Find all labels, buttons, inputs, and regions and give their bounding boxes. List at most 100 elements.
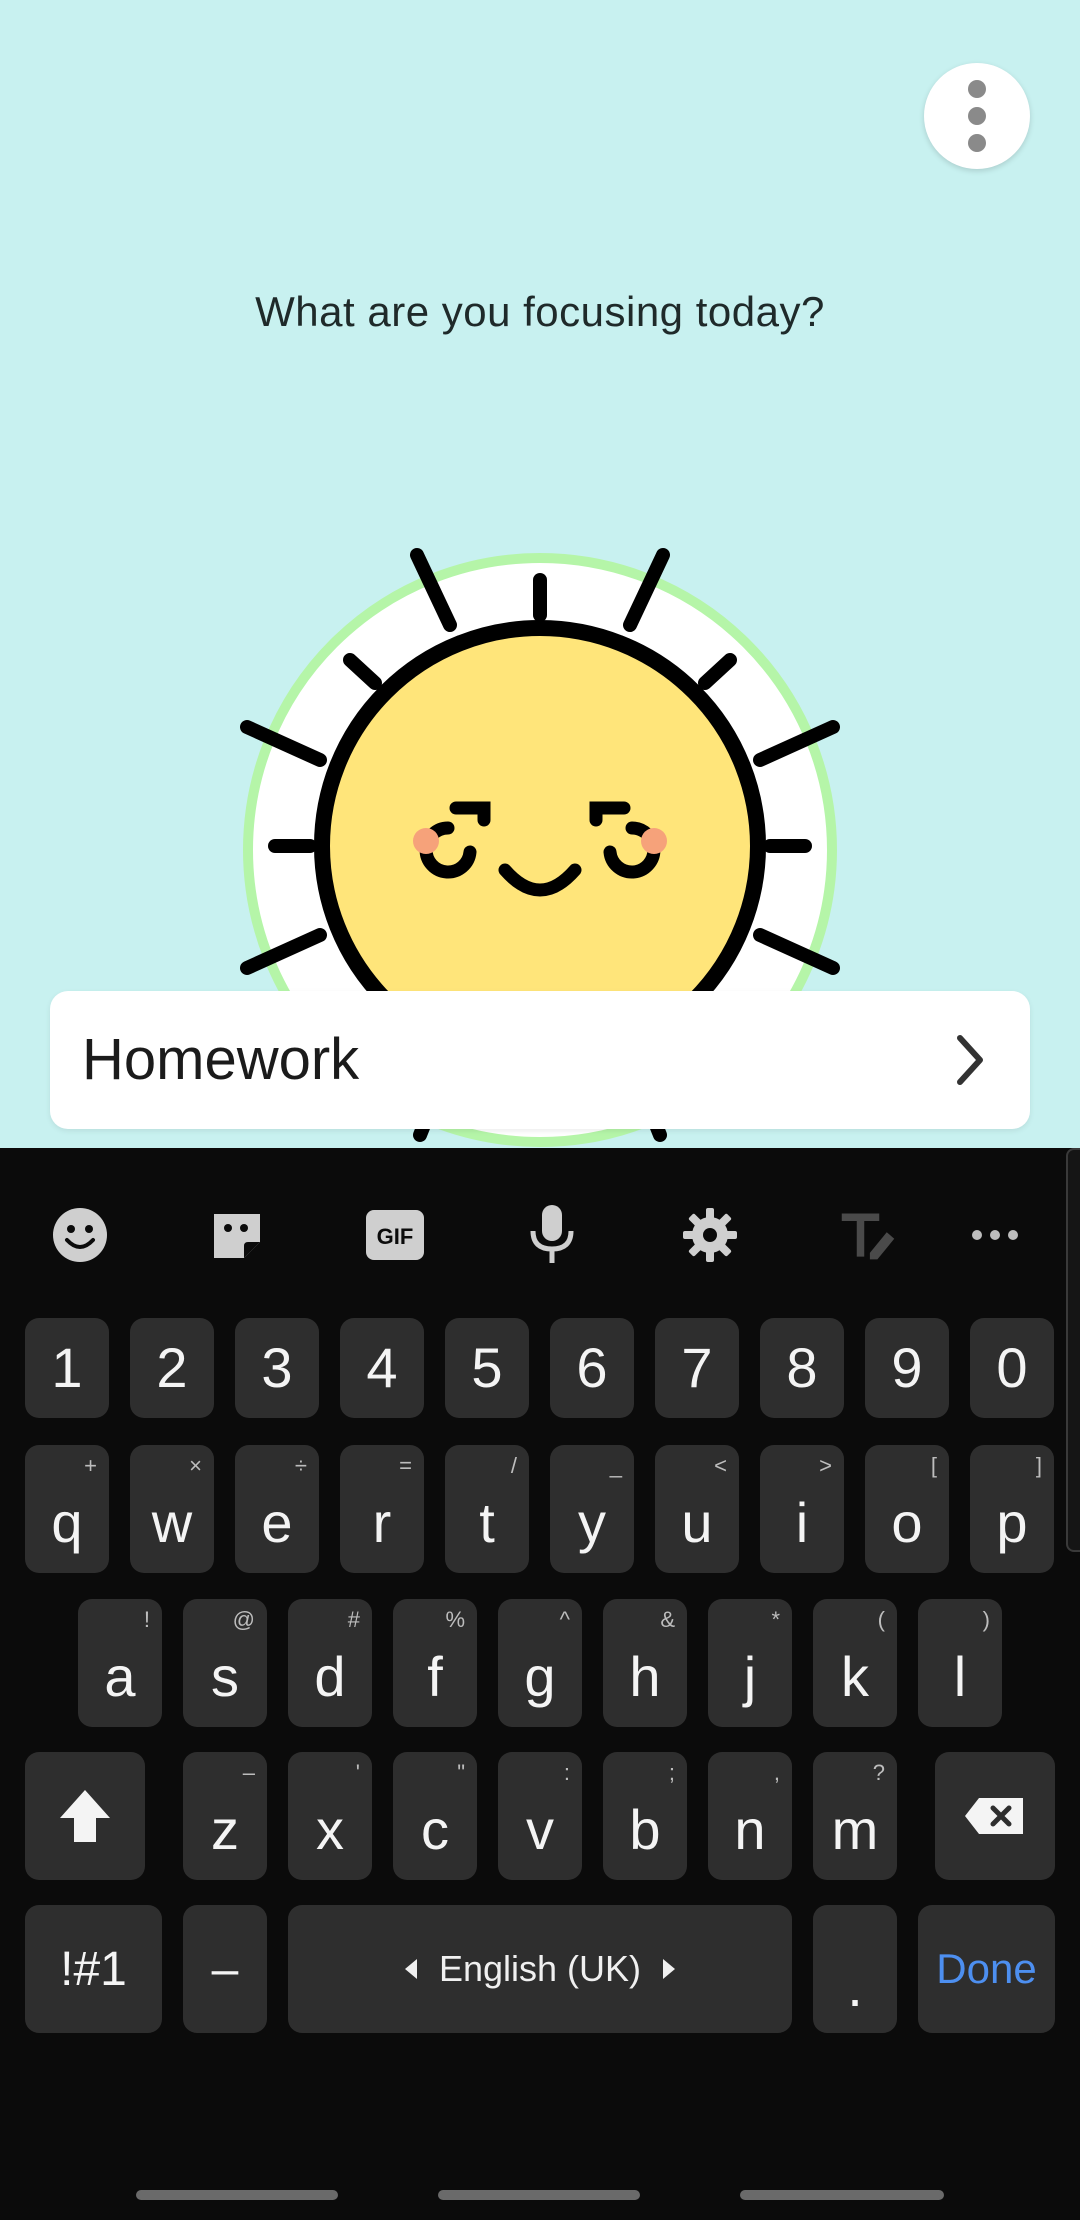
key-label: l bbox=[953, 1645, 967, 1708]
key-v[interactable]: v: bbox=[498, 1752, 582, 1880]
more-options-button[interactable] bbox=[924, 63, 1030, 169]
task-input[interactable]: Homework bbox=[82, 991, 359, 1129]
text-edit-icon[interactable] bbox=[838, 1205, 898, 1265]
settings-gear-icon[interactable] bbox=[680, 1205, 740, 1265]
key-9[interactable]: 9 bbox=[865, 1318, 949, 1418]
key-label: y bbox=[578, 1491, 606, 1554]
key-d[interactable]: d # bbox=[288, 1599, 372, 1727]
key-label: m bbox=[831, 1798, 879, 1861]
key-m[interactable]: m? bbox=[813, 1752, 897, 1880]
key-alt-label: / bbox=[510, 1453, 517, 1478]
key-alt-label: @ bbox=[232, 1607, 255, 1632]
key-p[interactable]: p] bbox=[970, 1445, 1054, 1573]
key-z[interactable]: z – bbox=[183, 1752, 267, 1880]
key-alt-label: × bbox=[189, 1453, 202, 1478]
key-4[interactable]: 4 bbox=[340, 1318, 424, 1418]
done-key[interactable]: Done bbox=[918, 1905, 1055, 2033]
key-label: t bbox=[479, 1491, 495, 1554]
key-o[interactable]: o[ bbox=[865, 1445, 949, 1573]
space-label: English (UK) bbox=[438, 1948, 642, 1989]
key-7[interactable]: 7 bbox=[655, 1318, 739, 1418]
gif-icon[interactable]: GIF bbox=[365, 1205, 425, 1265]
key-label: q bbox=[51, 1491, 83, 1554]
symbols-label: !#1 bbox=[60, 1942, 127, 1996]
key-label: z bbox=[211, 1798, 239, 1861]
key-alt-label: ! bbox=[143, 1607, 150, 1632]
dash-label: – bbox=[211, 1942, 239, 1996]
key-c[interactable]: c " bbox=[393, 1752, 477, 1880]
key-l[interactable]: l) bbox=[918, 1599, 1002, 1727]
key-j[interactable]: j * bbox=[708, 1599, 792, 1727]
key-alt-label: " bbox=[457, 1760, 465, 1785]
key-label: x bbox=[316, 1798, 344, 1861]
key-alt-label: ( bbox=[877, 1607, 885, 1632]
key-label: 0 bbox=[996, 1336, 1028, 1399]
key-1[interactable]: 1 bbox=[25, 1318, 109, 1418]
key-label: g bbox=[524, 1645, 556, 1708]
key-label: 3 bbox=[261, 1336, 293, 1399]
period-label: . bbox=[847, 1955, 863, 2018]
key-q[interactable]: q + bbox=[25, 1445, 109, 1573]
key-alt-label: ' bbox=[355, 1760, 360, 1785]
key-a[interactable]: a! bbox=[78, 1599, 162, 1727]
space-key[interactable]: English (UK) bbox=[288, 1905, 792, 2033]
key-label: c bbox=[421, 1798, 449, 1861]
key-0[interactable]: 0 bbox=[970, 1318, 1054, 1418]
backspace-key[interactable] bbox=[935, 1752, 1055, 1880]
key-n[interactable]: n, bbox=[708, 1752, 792, 1880]
more-vert-dot bbox=[968, 134, 986, 152]
key-alt-label: ^ bbox=[559, 1607, 570, 1632]
key-b[interactable]: b; bbox=[603, 1752, 687, 1880]
key-t[interactable]: t / bbox=[445, 1445, 529, 1573]
shift-key[interactable] bbox=[25, 1752, 145, 1880]
language-prev-icon bbox=[404, 1959, 417, 1979]
key-label: v bbox=[526, 1798, 554, 1861]
key-w[interactable]: w × bbox=[130, 1445, 214, 1573]
key-label: 8 bbox=[786, 1336, 818, 1399]
key-label: j bbox=[743, 1645, 757, 1708]
more-horiz-icon[interactable] bbox=[965, 1205, 1025, 1265]
key-h[interactable]: h & bbox=[603, 1599, 687, 1727]
key-i[interactable]: i > bbox=[760, 1445, 844, 1573]
key-label: o bbox=[891, 1491, 923, 1554]
symbols-key[interactable]: !#1 bbox=[25, 1905, 162, 2033]
key-alt-label: & bbox=[660, 1607, 675, 1632]
svg-text:GIF: GIF bbox=[377, 1224, 414, 1249]
nav-back-pill[interactable] bbox=[740, 2190, 944, 2200]
sticker-icon[interactable] bbox=[207, 1205, 267, 1265]
key-alt-label: % bbox=[445, 1607, 465, 1632]
app-screen: What are you focusing today? Homework bbox=[0, 0, 1080, 1148]
key-alt-label: + bbox=[84, 1453, 97, 1478]
backspace-icon bbox=[965, 1798, 1023, 1834]
key-g[interactable]: g ^ bbox=[498, 1599, 582, 1727]
key-label: 5 bbox=[471, 1336, 503, 1399]
key-5[interactable]: 5 bbox=[445, 1318, 529, 1418]
key-y[interactable]: y _ bbox=[550, 1445, 634, 1573]
key-label: 6 bbox=[576, 1336, 608, 1399]
key-x[interactable]: x ' bbox=[288, 1752, 372, 1880]
chevron-right-icon[interactable] bbox=[950, 1030, 990, 1090]
key-6[interactable]: 6 bbox=[550, 1318, 634, 1418]
key-label: s bbox=[211, 1645, 239, 1708]
dash-key[interactable]: – bbox=[183, 1905, 267, 2033]
soft-keyboard: GIF !#1 – English (UK) . Done 1 2 3 4 5 6 7 8 9 0… bbox=[0, 1148, 1080, 2220]
key-k[interactable]: k( bbox=[813, 1599, 897, 1727]
key-e[interactable]: e ÷ bbox=[235, 1445, 319, 1573]
key-f[interactable]: f% bbox=[393, 1599, 477, 1727]
key-2[interactable]: 2 bbox=[130, 1318, 214, 1418]
key-label: i bbox=[795, 1491, 809, 1554]
key-s[interactable]: s @ bbox=[183, 1599, 267, 1727]
emoji-icon[interactable] bbox=[50, 1205, 110, 1265]
key-label: 7 bbox=[681, 1336, 713, 1399]
key-8[interactable]: 8 bbox=[760, 1318, 844, 1418]
key-r[interactable]: r = bbox=[340, 1445, 424, 1573]
task-input-card[interactable]: Homework bbox=[50, 991, 1030, 1129]
key-3[interactable]: 3 bbox=[235, 1318, 319, 1418]
period-key[interactable]: . bbox=[813, 1905, 897, 2033]
key-label: u bbox=[681, 1491, 713, 1554]
key-u[interactable]: u < bbox=[655, 1445, 739, 1573]
key-label: n bbox=[734, 1798, 766, 1861]
nav-recents-pill[interactable] bbox=[136, 2190, 338, 2200]
microphone-icon[interactable] bbox=[522, 1205, 582, 1265]
nav-home-pill[interactable] bbox=[438, 2190, 640, 2200]
